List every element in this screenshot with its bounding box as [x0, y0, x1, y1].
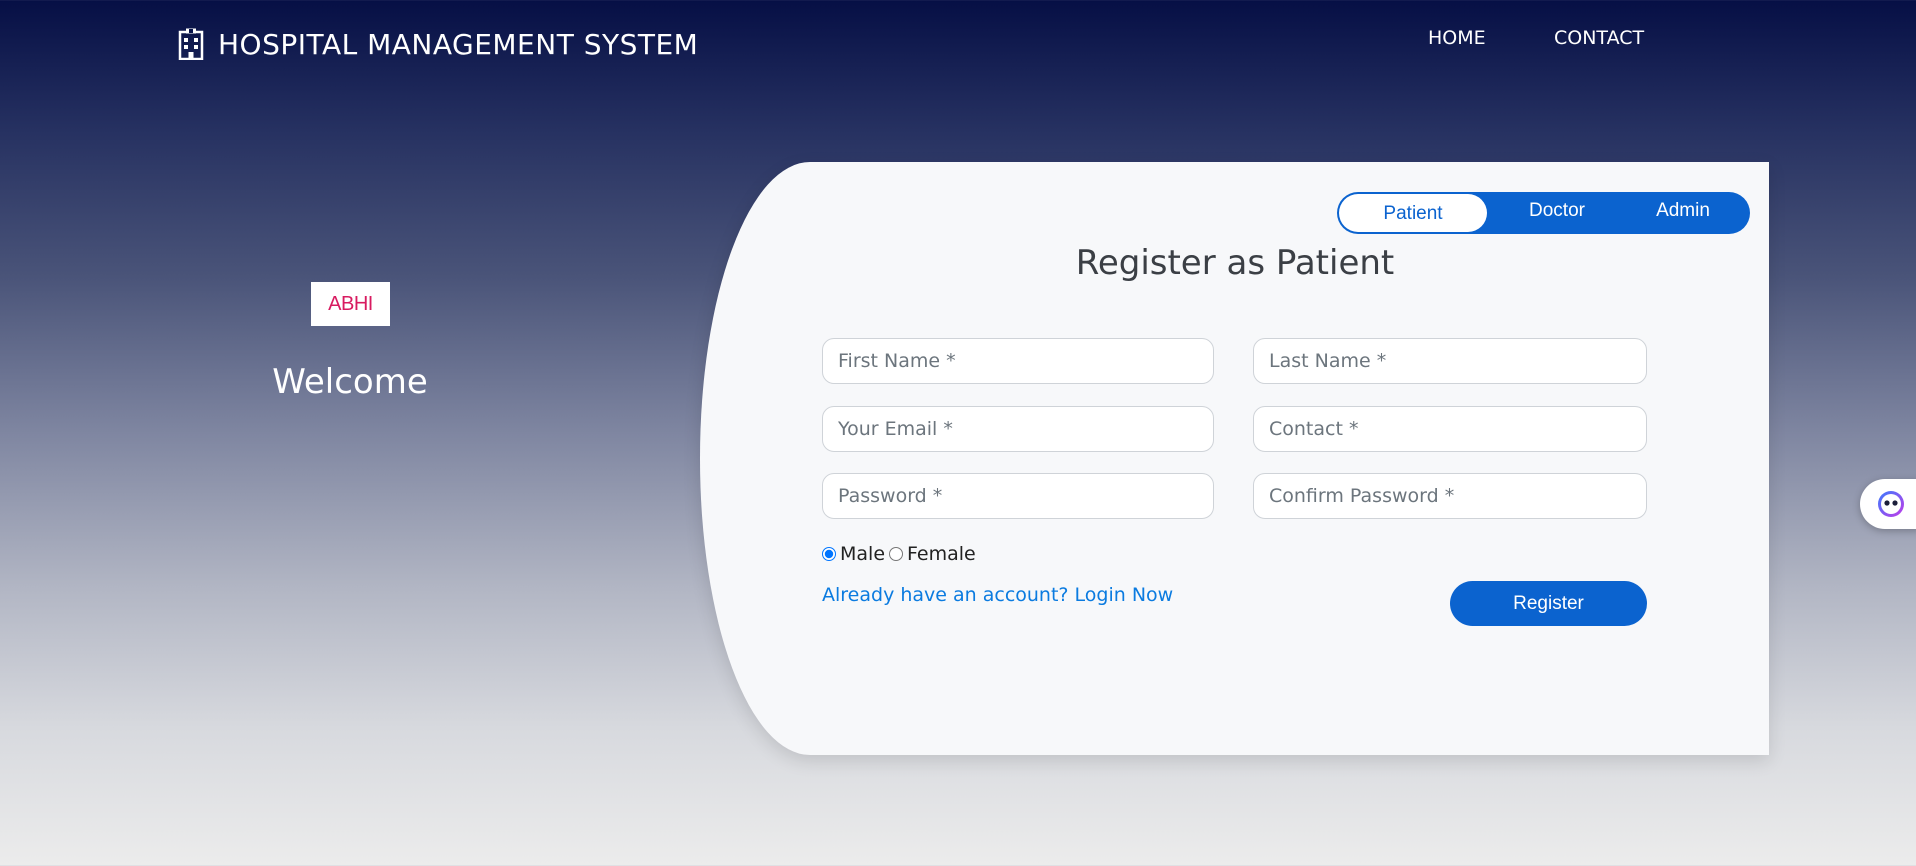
gender-female-label[interactable]: Female [907, 543, 976, 565]
confirm-password-input[interactable] [1253, 473, 1647, 519]
navbar-brand[interactable]: HOSPITAL MANAGEMENT SYSTEM [178, 26, 698, 62]
tab-patient[interactable]: Patient [1339, 194, 1487, 232]
password-input[interactable] [822, 473, 1214, 519]
hospital-building-icon [178, 28, 204, 60]
floating-assistant-widget[interactable] [1860, 479, 1916, 529]
brand-title: HOSPITAL MANAGEMENT SYSTEM [218, 27, 699, 61]
assistant-face-icon [1878, 491, 1904, 517]
form-heading: Register as Patient [1075, 243, 1395, 283]
first-name-input[interactable] [822, 338, 1214, 384]
gender-male-label[interactable]: Male [840, 543, 885, 565]
gender-female-radio[interactable] [889, 547, 904, 561]
last-name-input[interactable] [1253, 338, 1647, 384]
role-tabs: Patient Doctor Admin [1337, 192, 1750, 234]
welcome-heading: Welcome [272, 362, 428, 402]
logo: ABHI [311, 282, 390, 326]
register-button[interactable]: Register [1450, 581, 1647, 626]
tab-doctor[interactable]: Doctor [1507, 192, 1607, 234]
tab-admin[interactable]: Admin [1633, 192, 1733, 234]
login-link[interactable]: Already have an account? Login Now [822, 584, 1173, 606]
gender-male-radio[interactable] [822, 547, 836, 561]
logo-text: ABHI [328, 292, 373, 315]
nav-contact-link[interactable]: CONTACT [1554, 26, 1644, 50]
contact-input[interactable] [1253, 406, 1647, 452]
email-input[interactable] [822, 406, 1214, 452]
gender-radio-group: Male Female [822, 543, 980, 565]
nav-home-link[interactable]: HOME [1428, 26, 1486, 50]
